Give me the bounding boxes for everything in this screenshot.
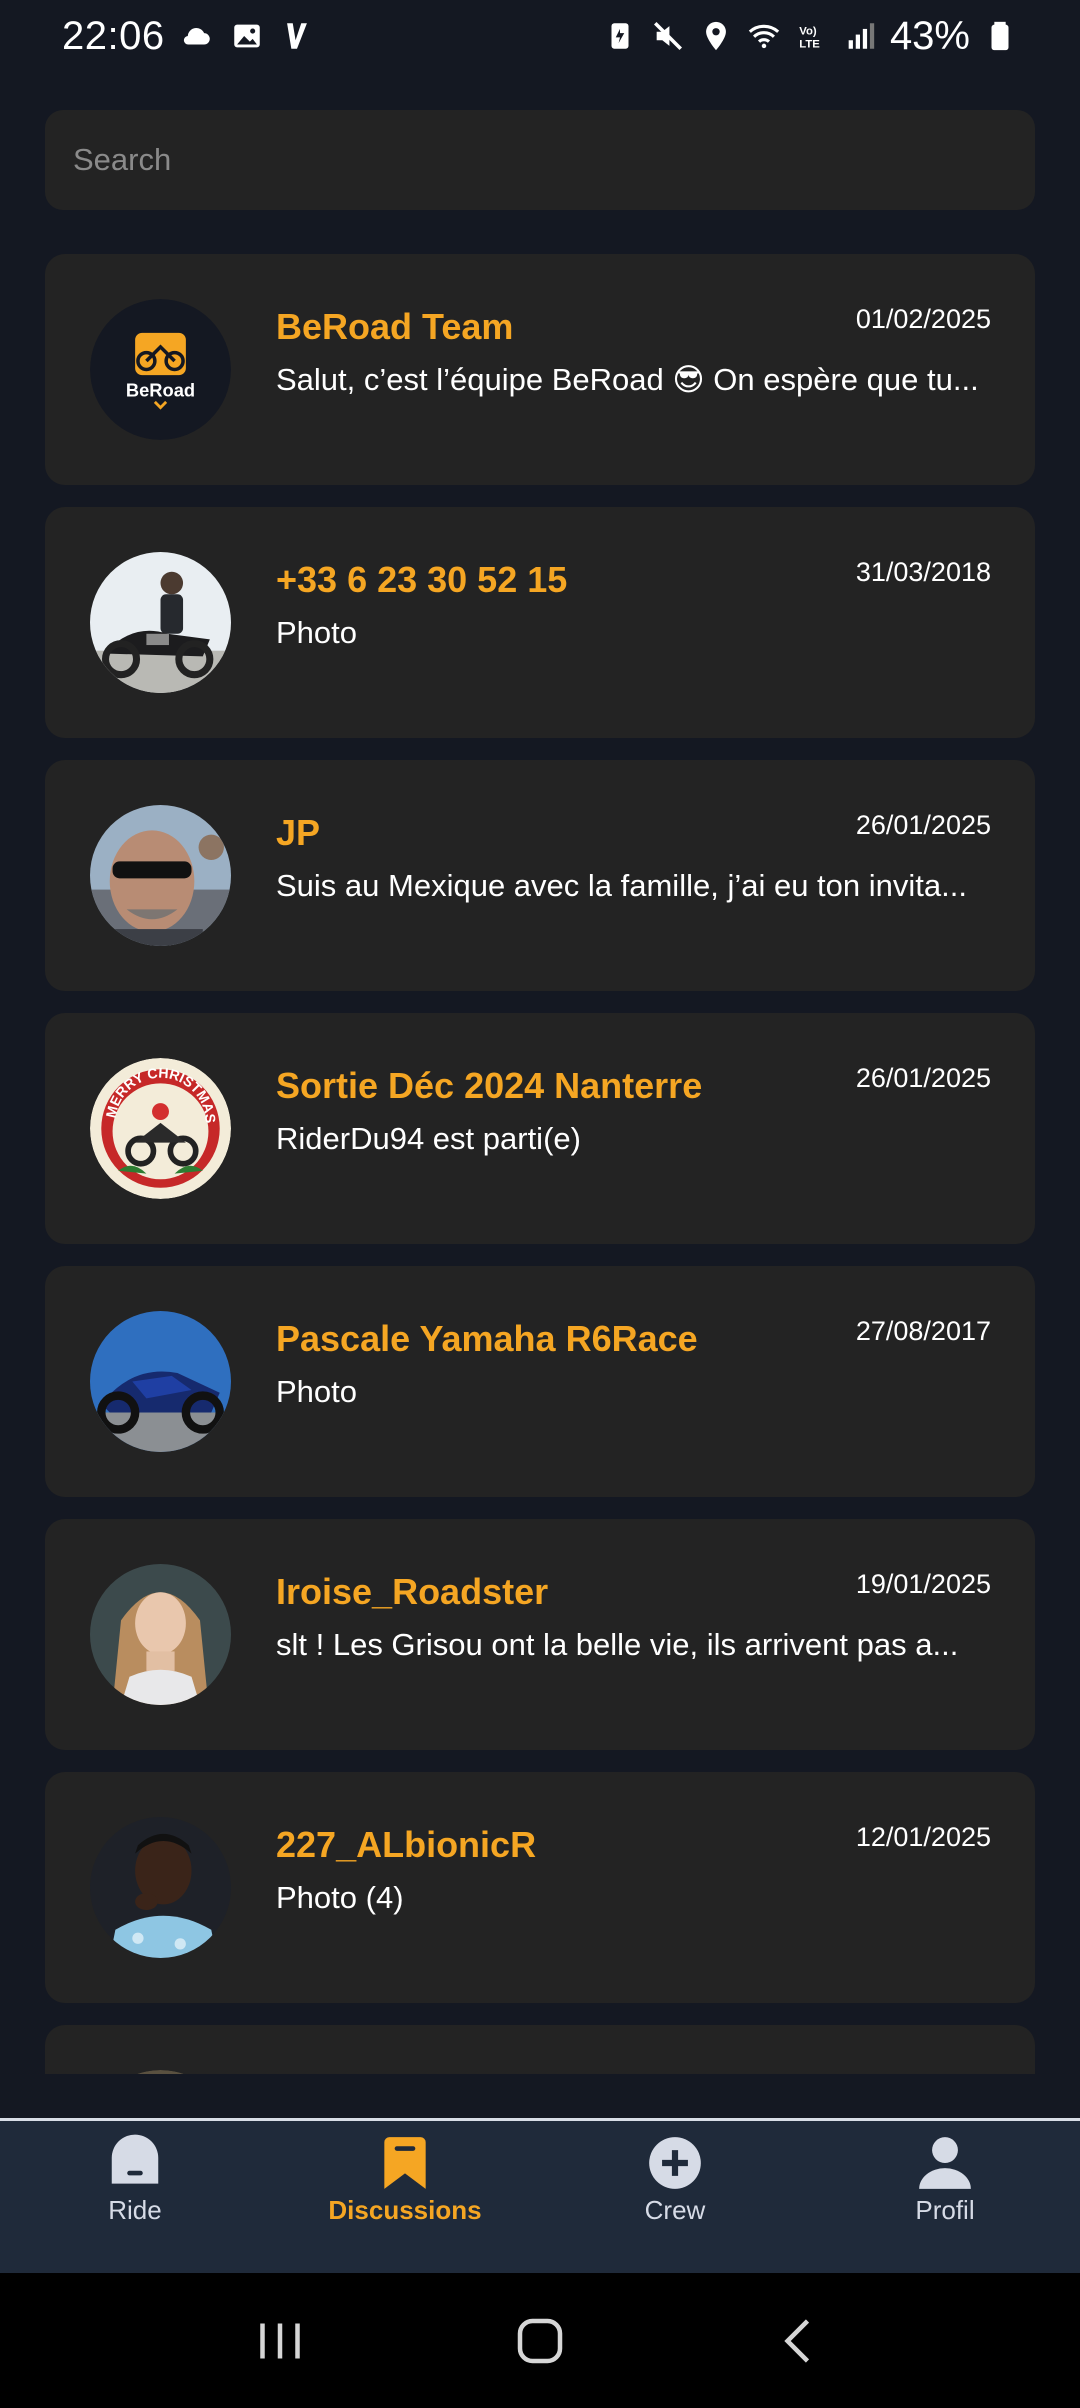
beroad-logo-text: BeRoad [126,379,195,400]
search-bar[interactable] [45,110,1035,210]
conversation-item[interactable]: 227_ALbionicR 12/01/2025 Photo (4) [45,1772,1035,2003]
conversation-name: 227_ALbionicR [276,1824,537,1865]
home-icon [517,2318,563,2363]
conversation-name: BeRoad Team [276,306,514,347]
conversation-name: +33 6 23 30 52 15 [276,559,568,600]
volte-icon: Vo) LTE [794,18,830,54]
beroad-logo-avatar: BeRoad [90,299,231,440]
conversation-preview: Suis au Mexique avec la famille, j’ai eu… [276,868,967,903]
conversation-preview: Salut, c’est l’équipe BeRoad 😎 On espère… [276,362,979,397]
man-portrait-avatar [90,1817,231,1958]
conversation-preview: Photo [276,1374,358,1409]
battery-percent: 43% [889,13,970,58]
battery-saver-icon [602,18,638,54]
nav-crew-label: Crew [644,2195,706,2225]
ride-icon [103,2131,167,2195]
conversation-item[interactable]: BeRoad BeRoad Team 01/02/2025 Salut, c’e… [45,254,1035,485]
crew-add-icon [643,2131,707,2195]
home-button[interactable] [495,2296,585,2386]
nav-discussions[interactable]: Discussions [270,2121,540,2273]
conversation-name: Iroise_Roadster [276,1571,549,1612]
conversation-date: 01/02/2025 [855,304,991,334]
conversation-item[interactable]: MERRY CHRISTMAS Sortie Déc 2024 Nanterre… [45,1013,1035,1244]
conversation-date: 12/01/2025 [855,1822,991,1852]
conversation-item[interactable]: Pascale Yamaha R6Race 27/08/2017 Photo [45,1266,1035,1497]
conversation-date: 19/01/2025 [855,1569,991,1599]
status-time: 22:06 [62,13,165,58]
v-app-icon [279,18,315,54]
conversation-date: 27/08/2017 [855,1316,991,1346]
partial-avatar [90,2070,231,2074]
profile-icon [913,2131,977,2195]
gallery-icon [229,18,265,54]
nav-ride[interactable]: Ride [0,2121,270,2273]
svg-text:LTE: LTE [799,38,820,50]
signal-icon [842,18,878,54]
rider-with-motorcycle-avatar [90,552,231,693]
conversation-name: Pascale Yamaha R6Race [276,1318,698,1359]
nav-ride-label: Ride [108,2195,162,2225]
conversation-date: 26/01/2025 [855,1063,991,1093]
battery-icon [982,18,1018,54]
system-nav-bar [0,2273,1080,2408]
svg-text:Vo): Vo) [799,26,817,38]
bottom-nav: Ride Discussions Crew Profil [0,2118,1080,2273]
nav-profil-label: Profil [915,2195,975,2225]
blue-sportbike-avatar [90,1311,231,1452]
conversation-item[interactable]: Iroise_Roadster 19/01/2025 slt ! Les Gri… [45,1519,1035,1750]
location-icon [698,18,734,54]
woman-portrait-avatar [90,1564,231,1705]
wifi-icon [746,18,782,54]
status-right: Vo) LTE 43% [602,14,1018,59]
nav-crew[interactable]: Crew [540,2121,810,2273]
conversation-name: Sortie Déc 2024 Nanterre [276,1065,703,1106]
conversation-item-partial[interactable] [45,2025,1035,2074]
conversation-item[interactable]: +33 6 23 30 52 15 31/03/2018 Photo [45,507,1035,738]
recent-apps-icon [260,2323,300,2358]
back-icon [784,2318,810,2363]
discussions-icon [373,2131,437,2195]
back-button[interactable] [755,2296,845,2386]
search-input[interactable] [73,142,1035,178]
cloud-icon [179,18,215,54]
conversation-name: JP [276,812,321,853]
man-sunglasses-avatar [90,805,231,946]
conversation-date: 26/01/2025 [855,810,991,840]
conversation-preview: slt ! Les Grisou ont la belle vie, ils a… [276,1627,959,1662]
nav-profil[interactable]: Profil [810,2121,1080,2273]
nav-discussions-label: Discussions [328,2195,482,2225]
conversation-date: 31/03/2018 [855,557,991,587]
merry-christmas-badge-avatar: MERRY CHRISTMAS [90,1058,231,1199]
conversation-preview: Photo (4) [276,1880,404,1915]
recent-apps-button[interactable] [235,2296,325,2386]
mute-icon [650,18,686,54]
conversation-preview: Photo [276,615,358,650]
conversation-preview: RiderDu94 est parti(e) [276,1121,581,1156]
status-left: 22:06 [62,14,315,59]
conversation-item[interactable]: JP 26/01/2025 Suis au Mexique avec la fa… [45,760,1035,991]
status-bar: 22:06 Vo) LTE 43% [0,0,1080,72]
conversation-list[interactable]: BeRoad BeRoad Team 01/02/2025 Salut, c’e… [45,254,1035,2074]
